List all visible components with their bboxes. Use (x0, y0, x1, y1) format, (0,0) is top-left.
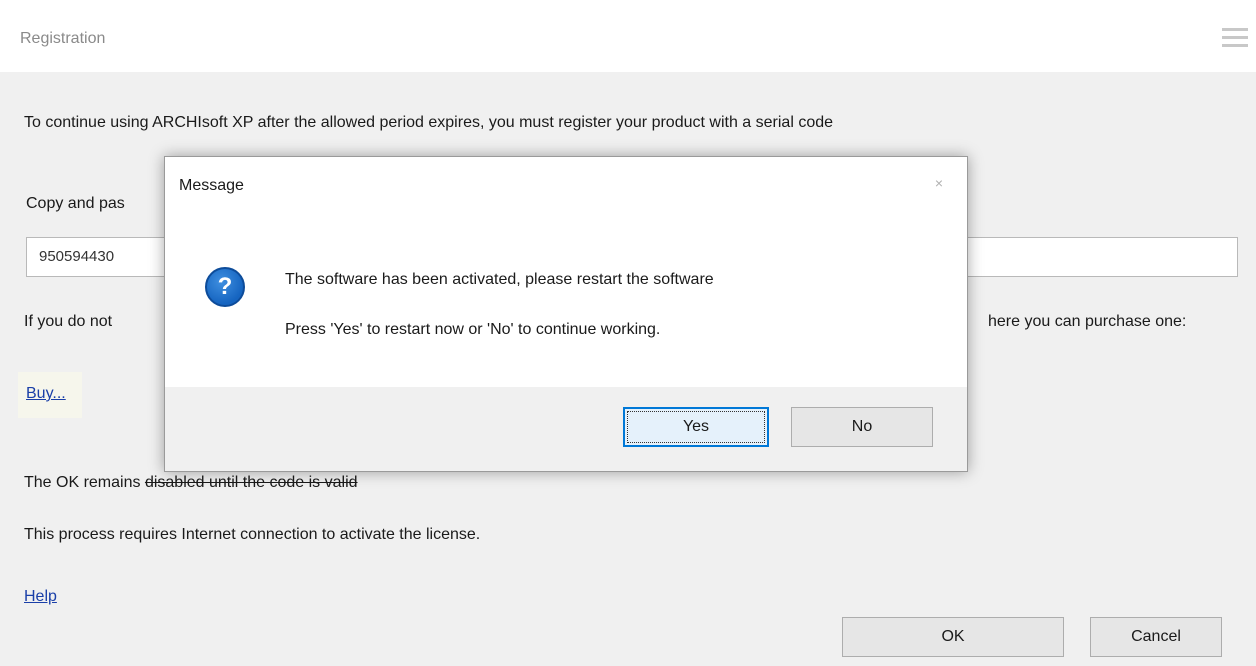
registration-titlebar: Registration (0, 0, 1256, 72)
ok-note-prefix: The OK remains (24, 474, 145, 491)
ok-button[interactable]: OK (842, 617, 1064, 657)
message-line-2: Press 'Yes' to restart now or 'No' to co… (285, 321, 661, 338)
cancel-button[interactable]: Cancel (1090, 617, 1222, 657)
menu-icon[interactable] (1222, 28, 1248, 58)
ok-disabled-note: The OK remains disabled until the code i… (24, 474, 358, 492)
close-icon[interactable]: × (935, 175, 943, 191)
registration-title: Registration (20, 30, 106, 47)
copy-paste-label: Copy and pas (26, 195, 125, 212)
question-icon: ? (205, 267, 245, 307)
buy-link[interactable]: Buy... (26, 385, 66, 403)
registration-intro: To continue using ARCHIsoft XP after the… (24, 114, 834, 131)
no-serial-note: If you do not (24, 313, 113, 330)
message-dialog: Message × ? The software has been activa… (164, 156, 968, 472)
yes-button[interactable]: Yes (623, 407, 769, 447)
internet-note: This process requires Internet connectio… (24, 526, 481, 543)
message-line-1: The software has been activated, please … (285, 271, 714, 288)
no-button[interactable]: No (791, 407, 933, 447)
ok-note-struck: disabled until the code is valid (144, 474, 358, 491)
help-link[interactable]: Help (24, 588, 57, 606)
message-title: Message (179, 177, 244, 194)
purchase-note: here you can purchase one: (988, 313, 1187, 330)
